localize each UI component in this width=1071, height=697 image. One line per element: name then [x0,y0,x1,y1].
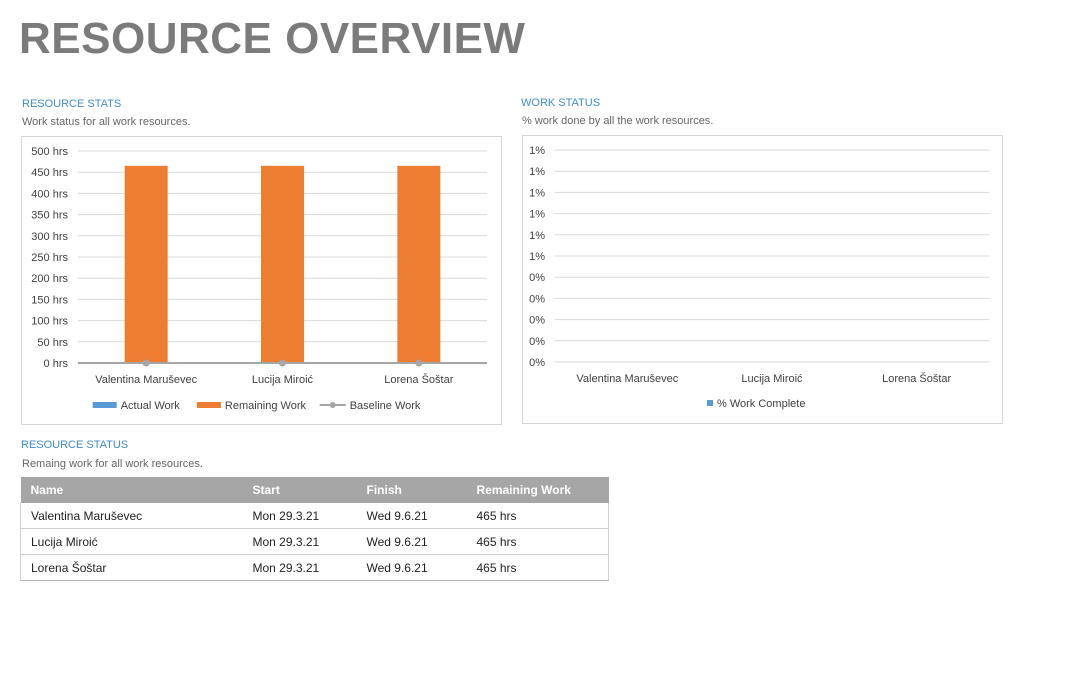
y-tick-label: 1% [529,230,545,242]
x-tick-label: Lucija Miroić [741,373,803,385]
x-tick-label: Lucija Miroić [252,374,314,386]
cell-start: Mon 29.3.21 [242,503,357,529]
y-tick-label: 500 hrs [31,146,68,158]
y-tick-label: 1% [529,251,545,263]
baseline-work-point [279,359,286,367]
page-title: RESOURCE OVERVIEW [19,14,526,63]
y-tick-label: 0 hrs [44,358,69,370]
legend-swatch [92,402,117,408]
y-tick-label: 300 hrs [31,231,68,243]
work-status-chart-svg: 0% 0% 0% 0% 0% 1% 1% 1% 1% 1% 1% Valentina Maruševe… [529,145,989,410]
table-row[interactable]: Lucija Miroić Mon 29.3.21 Wed 9.6.21 465… [20,528,609,555]
legend-swatch-point [329,402,336,408]
y-tick-label: 1% [529,209,545,221]
resource-status-subtitle: Remaing work for all work resources. [22,458,203,470]
legend-swatch [707,400,713,406]
column-header-start[interactable]: Start [242,477,357,503]
y-tick-label: 450 hrs [31,167,68,179]
cell-name: Lorena Šoštar [20,554,243,581]
y-tick-label: 50 hrs [37,337,68,349]
resource-stats-title: RESOURCE STATS [22,98,122,110]
remaining-workbar [397,165,441,363]
resource-status-title: RESOURCE STATUS [21,439,129,451]
y-tick-label: 150 hrs [31,294,68,306]
resource-stats-chart[interactable]: 0 hrs 50 hrs 100 hrs 150 hrs 200 hrs 250 hrs 3… [21,136,502,425]
table-header-row: Name Start Finish Remaining Work [20,477,609,503]
y-tick-label: 250 hrs [31,252,68,264]
cell-remaining-work: 465 hrs [466,528,609,555]
column-header-remaining-work[interactable]: Remaining Work [466,477,609,503]
legend-label: % Work Complete [717,398,805,410]
cell-finish: Wed 9.6.21 [356,528,467,555]
y-tick-label: 350 hrs [31,210,68,222]
baseline-work-point [142,359,150,367]
cell-start: Mon 29.3.21 [242,528,357,555]
y-tick-label: 0% [529,293,545,305]
y-tick-label: 1% [529,187,545,199]
legend-swatch [196,402,221,408]
y-tick-label: 200 hrs [31,273,68,285]
cell-remaining-work: 465 hrs [466,554,609,581]
y-tick-label: 0% [529,336,545,348]
y-tick-label: 100 hrs [31,316,68,328]
resource-stats-subtitle: Work status for all work resources. [22,116,191,128]
cell-name: Valentina Maruševec [20,503,243,529]
x-tick-label: Lorena Šoštar [384,373,453,386]
work-status-chart[interactable]: 0% 0% 0% 0% 0% 1% 1% 1% 1% 1% 1% Valentina Maruševe… [522,135,1003,424]
x-tick-label: Valentina Maruševec [95,374,197,386]
remaining-workbar [261,165,304,363]
y-tick-label: 400 hrs [31,188,68,200]
column-header-name[interactable]: Name [20,477,243,503]
work-status-subtitle: % work done by all the work resources. [522,115,714,127]
y-tick-label: 0% [529,357,545,369]
resource-status-table: Name Start Finish Remaining Work Valenti… [20,477,609,581]
legend-label: Baseline Work [350,400,421,412]
table-row[interactable]: Valentina Maruševec Mon 29.3.21 Wed 9.6.… [20,503,609,529]
legend-label: Remaining Work [225,400,307,412]
y-tick-label: 1% [529,145,545,157]
column-header-finish[interactable]: Finish [356,477,467,503]
legend-label: Actual Work [121,400,181,412]
cell-name: Lucija Miroić [20,528,243,555]
cell-start: Mon 29.3.21 [242,554,357,581]
y-tick-label: 0% [529,315,545,327]
resource-stats-chart-svg: 0 hrs 50 hrs 100 hrs 150 hrs 200 hrs 250 hrs 3… [31,146,487,412]
remaining-workbar [124,165,168,363]
x-tick-label: Lorena Šoštar [882,372,951,385]
cell-finish: Wed 9.6.21 [356,503,467,529]
table-row[interactable]: Lorena Šoštar Mon 29.3.21 Wed 9.6.21 465… [20,554,609,581]
x-tick-label: Valentina Maruševec [576,373,678,385]
baseline-work-point [415,359,423,367]
work-status-title: WORK STATUS [521,97,601,109]
cell-remaining-work: 465 hrs [466,503,609,529]
y-tick-label: 0% [529,272,545,284]
cell-finish: Wed 9.6.21 [356,554,467,581]
y-tick-label: 1% [529,166,545,178]
